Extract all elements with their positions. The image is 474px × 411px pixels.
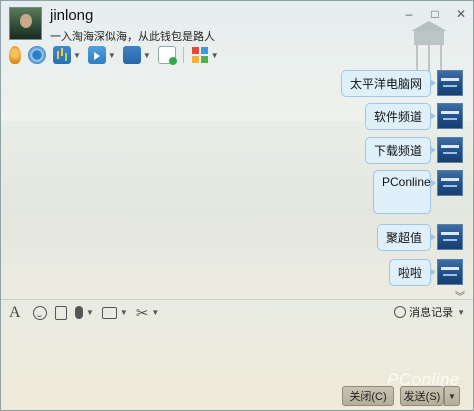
image-icon — [101, 306, 117, 319]
smiley-icon — [33, 305, 47, 320]
contact-signature: 一入淘海深似海，从此钱包是路人 — [50, 31, 215, 43]
message-history-button[interactable]: 消息记录 ▼ — [394, 304, 465, 320]
message-history[interactable]: 太平洋电脑网 软件频道 下载频道 PConline 聚超值 啦啦 — [1, 67, 473, 299]
top-toolbar: ▼ ▼ ▼ ▼ — [7, 45, 221, 65]
emoji-button[interactable] — [33, 305, 47, 320]
chevron-down-icon: ▼ — [457, 307, 465, 317]
sender-avatar[interactable] — [437, 103, 463, 129]
contact-avatar[interactable] — [9, 7, 42, 40]
sender-avatar[interactable] — [437, 137, 463, 163]
notes-button[interactable] — [156, 45, 178, 65]
message-bubble[interactable]: 太平洋电脑网 — [340, 70, 437, 97]
screen-share-button[interactable]: ▼ — [51, 45, 83, 65]
message-item: 太平洋电脑网 — [340, 70, 463, 97]
message-bubble[interactable]: 啦啦 — [388, 259, 437, 286]
sender-avatar[interactable] — [437, 70, 463, 96]
screen-share-icon — [53, 46, 71, 64]
input-toolbar: A ▼ ▼ ✂ ▼ 消息记录 ▼ — [1, 299, 473, 325]
message-item: 聚超值 — [376, 224, 463, 251]
send-image-button[interactable]: ▼ — [101, 306, 128, 319]
microphone-icon — [9, 46, 21, 64]
message-item: 软件频道 — [364, 103, 463, 130]
apps-icon — [191, 46, 209, 64]
sender-avatar[interactable] — [437, 170, 463, 196]
message-item: 啦啦 — [388, 259, 463, 286]
message-item: 下载频道 — [364, 137, 463, 164]
contact-name[interactable]: jinlong — [50, 7, 93, 24]
chevron-down-icon[interactable]: ▼ — [120, 308, 128, 317]
apps-button[interactable]: ▼ — [189, 45, 221, 65]
notes-icon — [157, 46, 177, 65]
message-bubble[interactable]: PConline — [373, 170, 436, 214]
webcam-icon — [28, 46, 46, 64]
toolbar-divider — [182, 47, 184, 63]
window-controls: – □ ✕ — [401, 7, 469, 21]
microphone-icon — [75, 306, 83, 319]
remote-desktop-icon — [122, 46, 141, 64]
remote-desktop-button[interactable]: ▼ — [121, 45, 153, 65]
voice-message-button[interactable]: ▼ — [75, 306, 94, 319]
send-file-icon — [87, 46, 106, 64]
message-item: PConline — [373, 170, 463, 214]
chevron-down-icon[interactable]: ▼ — [151, 308, 159, 317]
video-call-button[interactable] — [26, 45, 48, 65]
shake-window-icon — [55, 305, 67, 320]
font-button[interactable]: A — [9, 304, 25, 322]
chevron-down-icon[interactable]: ▼ — [108, 51, 116, 60]
voice-call-button[interactable] — [7, 45, 23, 65]
send-file-button[interactable]: ▼ — [86, 45, 118, 65]
message-bubble[interactable]: 软件频道 — [364, 103, 437, 130]
scissors-icon: ✂ — [135, 304, 149, 322]
message-bubble[interactable]: 下载频道 — [364, 137, 437, 164]
font-icon: A — [9, 303, 21, 321]
sender-avatar[interactable] — [437, 259, 463, 285]
screenshot-button[interactable]: ✂ ▼ — [136, 304, 160, 322]
maximize-icon[interactable]: □ — [427, 7, 443, 21]
message-bubble[interactable]: 聚超值 — [376, 224, 437, 251]
chevron-down-icon[interactable]: ▼ — [143, 51, 151, 60]
clock-icon — [394, 306, 407, 318]
chevron-down-icon[interactable]: ▼ — [73, 51, 81, 60]
close-icon[interactable]: ✕ — [453, 7, 469, 21]
chat-header: jinlong 一入淘海深似海，从此钱包是路人 – □ ✕ — [1, 1, 473, 46]
chat-window: jinlong 一入淘海深似海，从此钱包是路人 – □ ✕ ▼ ▼ ▼ ▼ 太平… — [0, 0, 474, 411]
sender-avatar[interactable] — [437, 224, 463, 250]
chevron-down-icon[interactable]: ▼ — [211, 51, 219, 60]
minimize-icon[interactable]: – — [401, 7, 417, 21]
shake-button[interactable] — [55, 305, 67, 320]
watermark-text: PConline — [387, 370, 460, 389]
message-history-label: 消息记录 — [409, 307, 454, 319]
chevron-down-icon[interactable]: ▼ — [86, 308, 94, 317]
